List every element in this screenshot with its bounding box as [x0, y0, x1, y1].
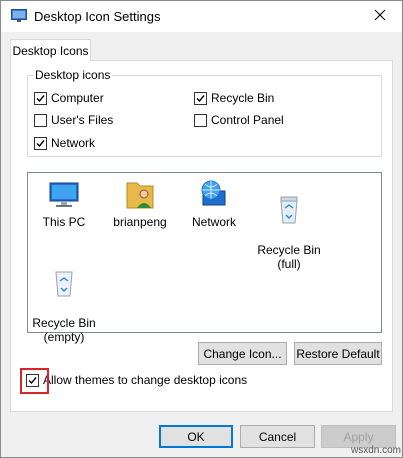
checkbox-label: Computer [51, 91, 104, 105]
close-button[interactable] [358, 1, 402, 32]
icon-item-recycle-bin-empty[interactable]: Recycle Bin (empty) [21, 252, 107, 344]
network-icon [201, 180, 226, 206]
checkbox-box[interactable] [194, 91, 207, 105]
icon-list[interactable]: This PC brianpeng Network Recycle Bin (f… [27, 172, 382, 344]
icon-label: brianpeng [113, 215, 167, 229]
checkbox-label: Recycle Bin [211, 91, 275, 105]
checkbox-recycle-bin[interactable]: Recycle Bin [194, 90, 274, 106]
button-label: Apply [343, 429, 374, 444]
icon-item-this-pc[interactable]: This PC [21, 179, 107, 229]
checkbox-box[interactable] [194, 113, 207, 127]
close-icon [374, 9, 386, 24]
recycle-bin-full-icon [280, 196, 298, 224]
recycle-bin-empty-icon [55, 271, 73, 297]
checkbox-control-panel[interactable]: Control Panel [194, 112, 284, 128]
dialog-window: Desktop Icon Settings Desktop Icons Desk… [0, 0, 403, 458]
user-folder-icon [126, 182, 154, 209]
button-label: Change Icon... [203, 346, 282, 361]
window-title: Desktop Icon Settings [34, 9, 161, 24]
checkbox-box[interactable] [34, 91, 47, 105]
button-label: OK [187, 429, 205, 444]
checkbox-label: User's Files [51, 113, 114, 127]
desktop-settings-icon [11, 9, 27, 23]
ok-button[interactable]: OK [159, 425, 233, 448]
tab-desktop-icons[interactable]: Desktop Icons [10, 39, 91, 61]
title-bar: Desktop Icon Settings [1, 1, 402, 32]
checkbox-box[interactable] [34, 113, 47, 127]
icon-item-network[interactable]: Network [171, 179, 257, 229]
group-title: Desktop icons [33, 68, 113, 82]
checkbox-label: Network [51, 136, 96, 150]
checkbox-box[interactable] [34, 136, 47, 150]
checkbox-label: Allow themes to change desktop icons [43, 373, 248, 387]
checkbox-computer[interactable]: Computer [34, 90, 104, 106]
restore-default-button[interactable]: Restore Default [294, 342, 382, 365]
change-icon-button[interactable]: Change Icon... [198, 342, 287, 365]
icon-label: Network [191, 215, 236, 229]
checkbox-label: Control Panel [211, 113, 284, 127]
checkbox-users-files[interactable]: User's Files [34, 112, 113, 128]
icon-label: Recycle Bin (empty) [32, 316, 96, 344]
icon-label: Recycle Bin (full) [257, 243, 321, 271]
highlight-box [20, 368, 49, 394]
button-label: Restore Default [296, 346, 380, 361]
checkbox-network[interactable]: Network [34, 135, 95, 151]
icon-item-recycle-bin-full[interactable]: Recycle Bin (full) [246, 179, 332, 271]
this-pc-icon [49, 182, 79, 207]
checkbox-allow-themes[interactable]: Allow themes to change desktop icons [26, 372, 247, 388]
button-label: Cancel [258, 429, 297, 444]
icon-label: This PC [42, 215, 86, 229]
watermark: wsxdn.com [351, 445, 402, 456]
tab-label: Desktop Icons [12, 43, 89, 58]
cancel-button[interactable]: Cancel [240, 425, 315, 448]
